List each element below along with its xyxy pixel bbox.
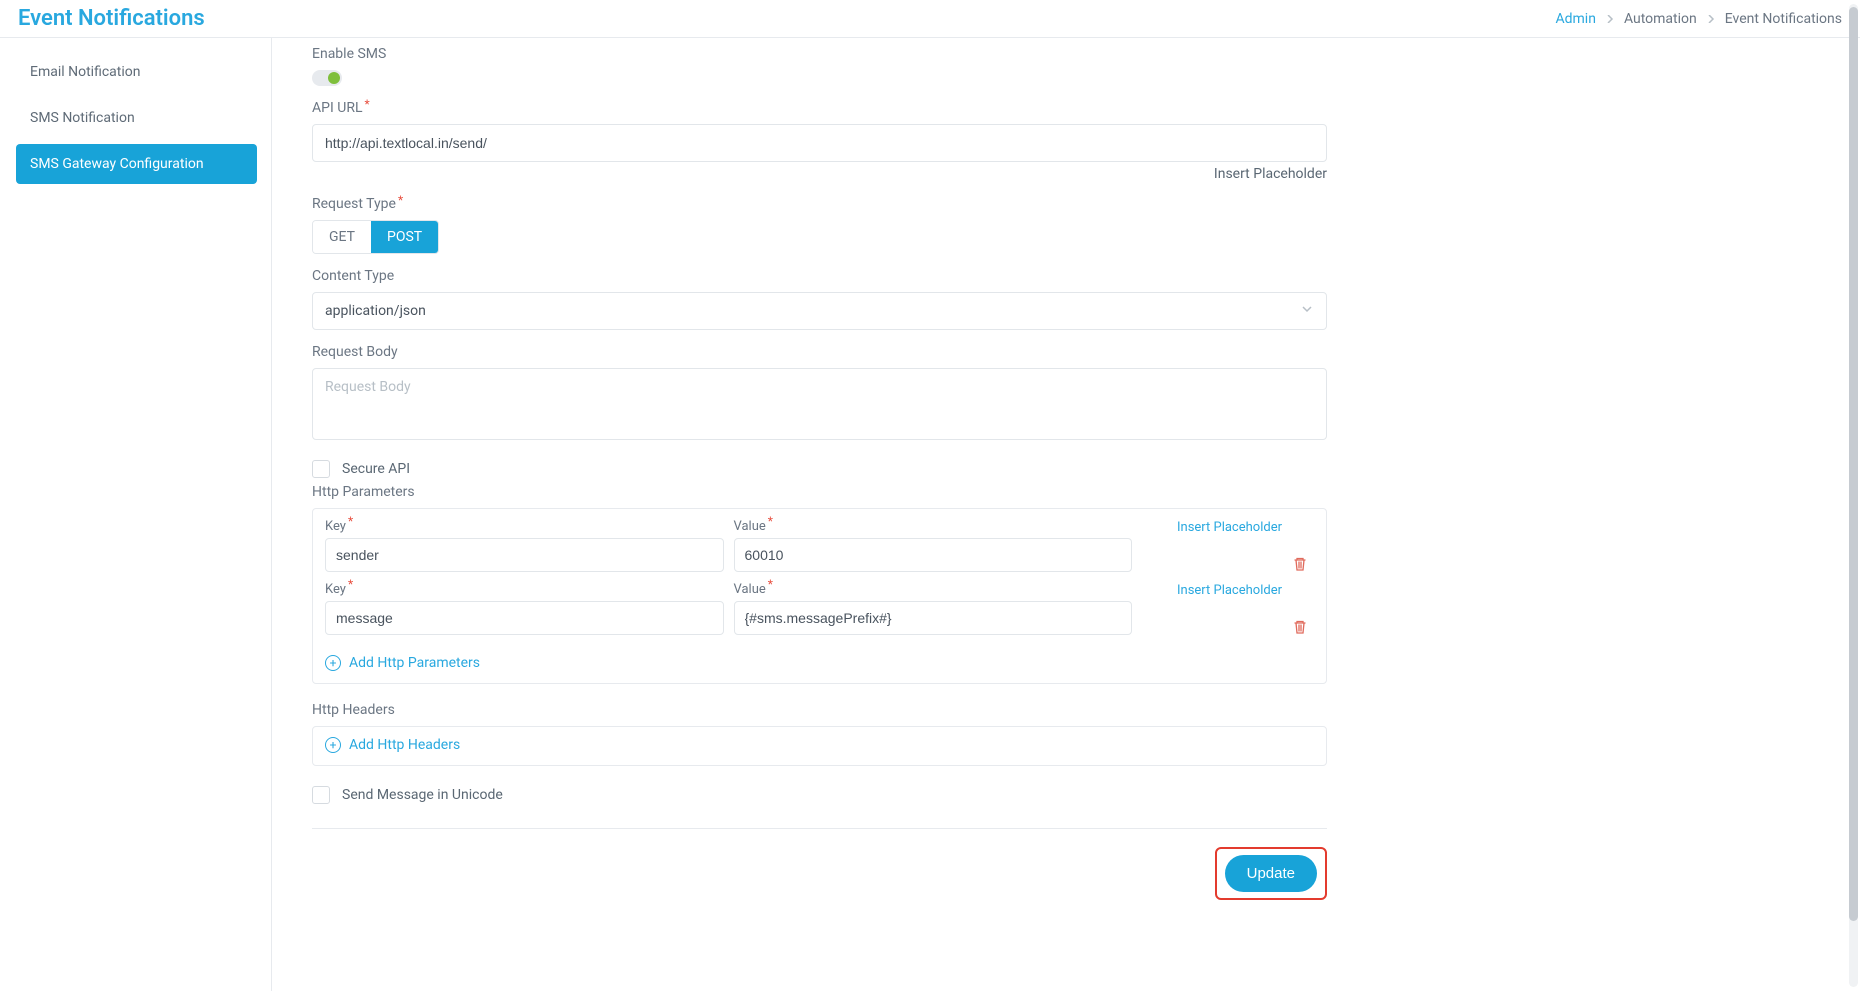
add-http-parameters-label: Add Http Parameters (349, 655, 480, 671)
content-area: Enable SMS API URL * Insert Placeholder (272, 38, 1860, 991)
plus-circle-icon: + (325, 737, 341, 753)
plus-circle-icon: + (325, 655, 341, 671)
sidebar-item-label: Email Notification (30, 64, 141, 80)
enable-sms-toggle[interactable] (312, 70, 342, 86)
param-key-label: Key (325, 582, 346, 597)
param-key-label: Key (325, 519, 346, 534)
request-body-label: Request Body (312, 344, 1327, 360)
required-marker: * (398, 194, 403, 206)
enable-sms-label: Enable SMS (312, 46, 1327, 62)
http-parameters-label: Http Parameters (312, 484, 1327, 500)
scrollbar[interactable] (1849, 4, 1858, 987)
api-url-input[interactable] (312, 124, 1327, 162)
sidebar: Email Notification SMS Notification SMS … (0, 38, 272, 991)
api-url-label: API URL (312, 100, 363, 116)
breadcrumb: Admin Automation Event Notifications (1555, 11, 1842, 27)
update-button[interactable]: Update (1225, 855, 1317, 892)
toggle-knob (328, 72, 340, 84)
add-http-headers-label: Add Http Headers (349, 737, 460, 753)
send-unicode-label: Send Message in Unicode (342, 787, 503, 803)
insert-placeholder-link[interactable]: Insert Placeholder (1214, 166, 1327, 182)
request-type-post[interactable]: POST (371, 221, 438, 253)
param-value-input-0[interactable] (734, 538, 1133, 572)
trash-icon[interactable] (1292, 619, 1314, 635)
sidebar-item-email[interactable]: Email Notification (16, 52, 257, 92)
param-value-label: Value (734, 582, 766, 597)
required-marker: * (768, 578, 773, 593)
param-key-input-0[interactable] (325, 538, 724, 572)
http-parameters-panel: Key * Value * (312, 508, 1327, 684)
breadcrumb-automation[interactable]: Automation (1624, 11, 1697, 27)
chevron-right-icon (1707, 15, 1715, 23)
required-marker: * (768, 515, 773, 530)
request-body-textarea[interactable] (312, 368, 1327, 440)
breadcrumb-admin[interactable]: Admin (1555, 11, 1595, 27)
http-headers-panel: + Add Http Headers (312, 726, 1327, 766)
insert-placeholder-link[interactable]: Insert Placeholder (1177, 583, 1282, 598)
trash-icon[interactable] (1292, 556, 1314, 572)
secure-api-label: Secure API (342, 461, 410, 477)
add-http-parameters-link[interactable]: + Add Http Parameters (325, 655, 480, 671)
param-value-label: Value (734, 519, 766, 534)
content-type-value: application/json (312, 292, 1327, 330)
send-unicode-checkbox[interactable] (312, 786, 330, 804)
secure-api-checkbox[interactable] (312, 460, 330, 478)
breadcrumb-event-notifications: Event Notifications (1725, 11, 1842, 27)
sidebar-item-sms[interactable]: SMS Notification (16, 98, 257, 138)
param-key-input-1[interactable] (325, 601, 724, 635)
request-type-label: Request Type (312, 196, 396, 212)
sidebar-item-label: SMS Gateway Configuration (30, 156, 204, 172)
update-highlight-box: Update (1215, 847, 1327, 900)
http-headers-label: Http Headers (312, 702, 1327, 718)
content-type-select[interactable]: application/json (312, 292, 1327, 330)
sidebar-item-sms-gateway[interactable]: SMS Gateway Configuration (16, 144, 257, 184)
chevron-right-icon (1606, 15, 1614, 23)
topbar: Event Notifications Admin Automation Eve… (0, 0, 1860, 38)
chevron-down-icon (1301, 303, 1313, 319)
divider (312, 828, 1327, 829)
param-value-input-1[interactable] (734, 601, 1133, 635)
required-marker: * (348, 515, 353, 530)
required-marker: * (348, 578, 353, 593)
scrollbar-thumb[interactable] (1849, 7, 1858, 921)
add-http-headers-link[interactable]: + Add Http Headers (325, 737, 460, 753)
page-title: Event Notifications (18, 6, 205, 31)
insert-placeholder-link[interactable]: Insert Placeholder (1177, 520, 1282, 535)
sidebar-item-label: SMS Notification (30, 110, 135, 126)
request-type-toggle: GET POST (312, 220, 439, 254)
required-marker: * (365, 98, 370, 110)
request-type-get[interactable]: GET (313, 221, 371, 253)
content-type-label: Content Type (312, 268, 1327, 284)
